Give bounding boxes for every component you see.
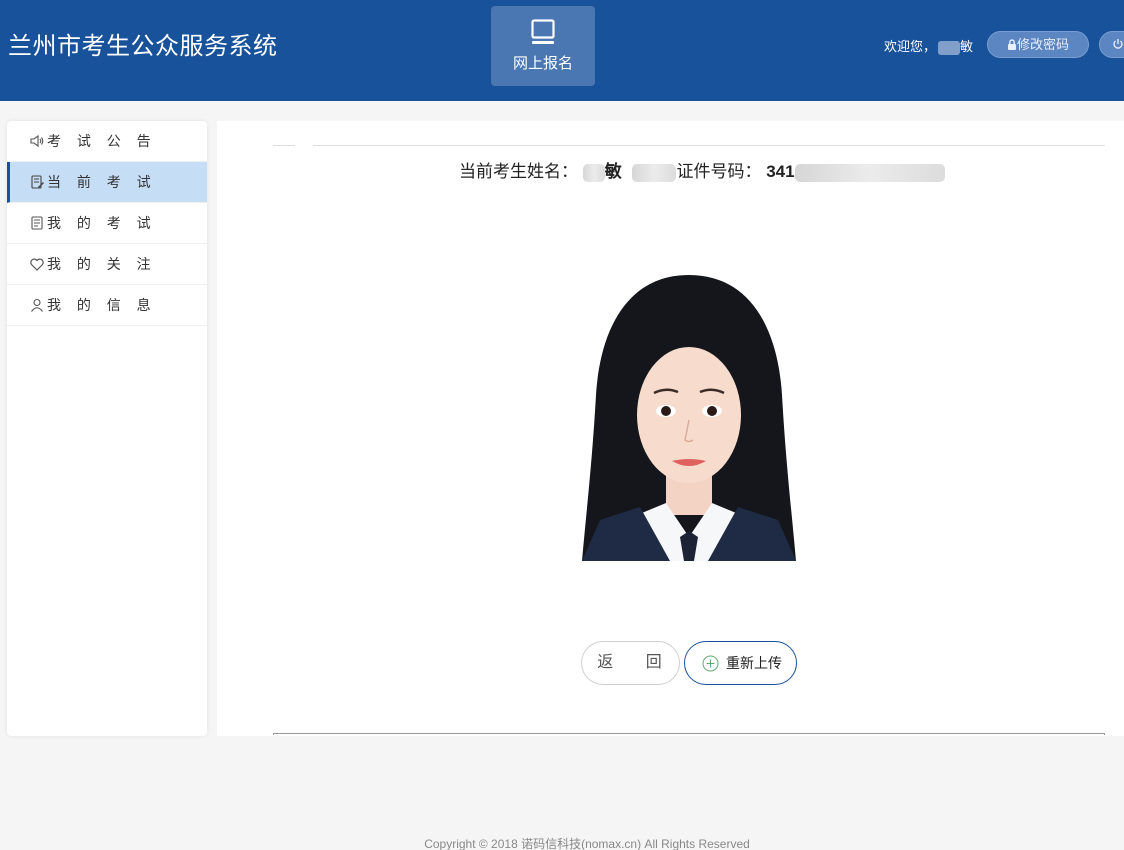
change-password-label: 修改密码: [1016, 37, 1069, 52]
change-password-button[interactable]: 修改密码: [987, 31, 1089, 58]
sidebar-item-label: 我 的 信 息: [47, 297, 157, 313]
heart-icon: [30, 258, 44, 271]
candidate-info: 当前考生姓名： 敏 证件号码： 341: [459, 157, 945, 182]
candidate-name-label: 当前考生姓名：: [459, 162, 578, 181]
app-title: 兰州市考生公众服务系统: [8, 33, 278, 60]
power-icon: [1113, 39, 1123, 49]
sidebar-nav: 考 试 公 告 当 前 考 试 我 的 考 试 我 的 关 注 我 的 信 息: [7, 121, 207, 736]
welcome-name: 敏: [960, 39, 974, 54]
nav-online-registration-label: 网上报名: [512, 55, 573, 72]
welcome-text: 欢迎您，: [884, 39, 937, 54]
top-header: 兰州市考生公众服务系统 网上报名 欢迎您， 敏 修改密码: [0, 0, 1124, 101]
sidebar-item-my-info[interactable]: 我 的 信 息: [7, 285, 207, 326]
sidebar-item-label: 我 的 考 试: [47, 215, 157, 231]
sidebar-item-exam-announcements[interactable]: 考 试 公 告: [7, 121, 207, 162]
reupload-button[interactable]: 重新上传: [684, 641, 797, 685]
plus-circle-icon: [702, 655, 719, 672]
nav-online-registration[interactable]: 网上报名: [491, 6, 595, 86]
sidebar-item-my-follows[interactable]: 我 的 关 注: [7, 244, 207, 285]
id-number-value: 341: [766, 162, 795, 181]
lock-icon: [1007, 39, 1016, 50]
sidebar-item-current-exam[interactable]: 当 前 考 试: [7, 162, 207, 203]
sidebar-item-my-exams[interactable]: 我 的 考 试: [7, 203, 207, 244]
welcome-message: 欢迎您， 敏: [884, 36, 973, 55]
sidebar-item-label: 我 的 关 注: [47, 256, 157, 272]
content-bottom-border: [273, 733, 1105, 735]
reupload-label: 重新上传: [726, 655, 782, 671]
monitor-icon: [531, 19, 555, 44]
candidate-name-value: 敏: [604, 162, 622, 181]
logout-button[interactable]: [1099, 31, 1124, 58]
divider: [313, 145, 1105, 146]
candidate-id-photo: [582, 275, 796, 561]
sidebar-item-label: 考 试 公 告: [47, 133, 157, 149]
footer-copyright: Copyright © 2018 诺码信科技(nomax.cn) All Rig…: [424, 837, 750, 850]
redacted-text-blur: [632, 163, 677, 182]
user-icon: [31, 298, 43, 312]
speaker-icon: [30, 134, 44, 148]
main-panel: 当前考生姓名： 敏 证件号码： 341 返 回 重新上传: [217, 121, 1124, 736]
document-edit-icon: [31, 175, 44, 189]
document-list-icon: [31, 216, 43, 230]
redacted-name-blur: [938, 40, 961, 55]
redacted-name-blur: [582, 163, 605, 182]
divider: [273, 145, 295, 146]
portrait-image: [582, 275, 796, 561]
sidebar-item-label: 当 前 考 试: [47, 174, 157, 190]
id-number-label: 证件号码：: [676, 162, 762, 181]
redacted-id-blur: [794, 163, 945, 182]
back-button[interactable]: 返 回: [581, 641, 680, 685]
